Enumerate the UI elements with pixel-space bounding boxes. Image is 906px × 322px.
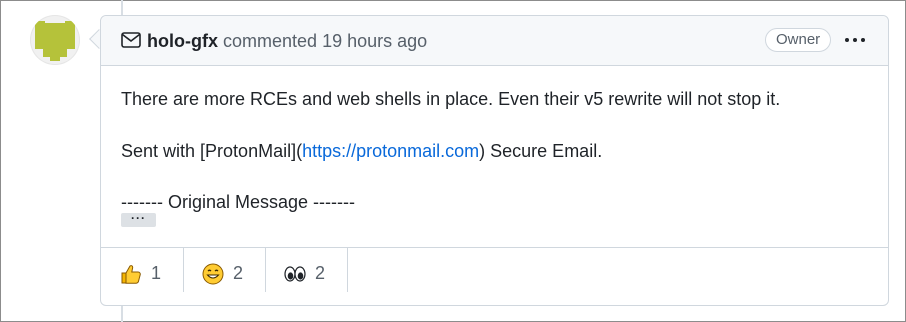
more-options-icon[interactable] <box>843 29 867 51</box>
line-2-suffix: ) Secure Email. <box>479 141 603 161</box>
protonmail-link[interactable]: https://protonmail.com <box>302 141 479 161</box>
comment-header: holo-gfx commented 19 hours ago Owner <box>101 16 888 66</box>
reaction-eyes[interactable]: 2 <box>265 248 348 292</box>
eyes-icon <box>284 266 306 282</box>
show-hidden-content-button[interactable]: ··· <box>121 212 156 227</box>
comment-line-3: ------- Original Message ------- <box>121 192 355 212</box>
reaction-thumbs-up[interactable]: 1 <box>101 248 184 292</box>
comment-line-1: There are more RCEs and web shells in pl… <box>121 89 781 109</box>
reaction-count: 1 <box>151 263 162 283</box>
reaction-count: 2 <box>315 263 326 283</box>
avatar[interactable] <box>30 15 80 65</box>
mail-icon <box>121 32 141 48</box>
comment-line-2: Sent with [ProtonMail](https://protonmai… <box>121 138 602 164</box>
reaction-smile[interactable]: 2 <box>183 248 266 292</box>
thumbs-up-icon <box>121 265 141 284</box>
comment-time[interactable]: 19 hours ago <box>322 31 427 51</box>
reaction-count: 2 <box>233 263 244 283</box>
comment-card: holo-gfx commented 19 hours ago Owner Th… <box>100 15 889 306</box>
owner-badge: Owner <box>765 28 832 52</box>
identicon-icon <box>35 21 75 61</box>
comment-meta: holo-gfx commented 19 hours ago <box>147 29 427 53</box>
smile-icon <box>202 263 224 285</box>
line-2-prefix: Sent with [ProtonMail]( <box>121 141 303 161</box>
comment-author[interactable]: holo-gfx <box>147 31 218 51</box>
comment-action: commented <box>223 31 318 51</box>
reactions-bar: 1 2 2 <box>101 247 888 306</box>
